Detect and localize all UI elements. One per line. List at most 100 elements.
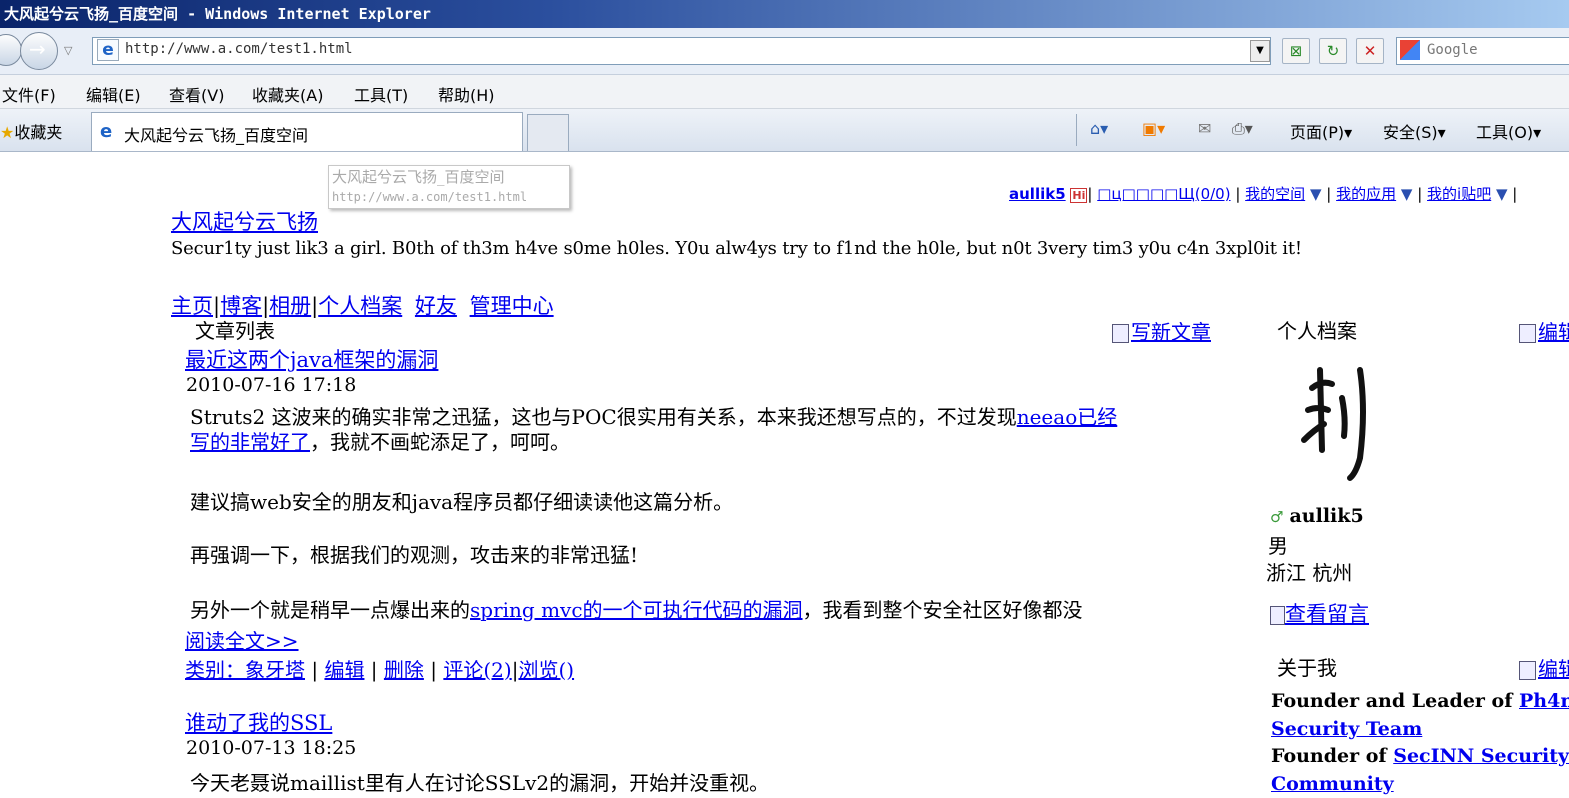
nav-friends[interactable]: 好友 xyxy=(415,294,457,318)
hi-badge-icon[interactable]: Hi xyxy=(1070,188,1088,203)
profile-header: 个人档案 xyxy=(1277,319,1357,343)
views-link[interactable]: 浏览() xyxy=(518,658,574,682)
ph4nt0m-link[interactable]: Security Team xyxy=(1271,718,1422,740)
chevron-down-icon[interactable]: ▼ xyxy=(1496,185,1508,203)
avatar[interactable] xyxy=(1290,358,1380,488)
favorites-label: 收藏夹 xyxy=(14,123,63,142)
edit-icon xyxy=(1519,661,1536,680)
post-actions: 类别：象牙塔 | 编辑 | 删除 | 评论(2)|浏览() xyxy=(185,658,575,682)
post-text: 今天老聂说maillist里有人在讨论SSLv2的漏洞，开始并没重视。 xyxy=(190,771,770,795)
messages-link[interactable]: □ц□□□□Щ(0/0) xyxy=(1097,185,1230,203)
secinn-link[interactable]: Community xyxy=(1271,773,1394,795)
about-edit[interactable]: 编辑 xyxy=(1519,653,1569,682)
delete-link[interactable]: 删除 xyxy=(384,658,424,682)
url-text[interactable]: http://www.a.com/test1.html xyxy=(125,41,353,57)
user-bar: aullik5 Hi | □ц□□□□Щ(0/0) | 我的空间 ▼ | 我的应用… xyxy=(1009,185,1518,203)
post-date: 2010-07-13 18:25 xyxy=(186,737,357,759)
profile-user: ♂ aullik5 xyxy=(1270,505,1364,527)
blog-name-link[interactable]: 大风起兮云飞扬 xyxy=(171,206,318,236)
chevron-down-icon[interactable]: ▼ xyxy=(1310,185,1322,203)
profile-username: aullik5 xyxy=(1289,505,1364,527)
window-title: 大风起兮云飞扬_百度空间 - Windows Internet Explorer xyxy=(4,5,431,23)
feeds-icon[interactable]: ▣▾ xyxy=(1142,119,1165,138)
note-icon xyxy=(1270,606,1285,625)
post-text: ，我就不画蛇添足了，呵呵。 xyxy=(310,430,570,454)
about-prefix: Founder and Leader of xyxy=(1271,690,1519,712)
tooltip-url: http://www.a.com/test1.html xyxy=(332,190,528,204)
my-space-link[interactable]: 我的空间 xyxy=(1245,185,1305,203)
post-text: 建议搞web安全的朋友和java程序员都仔细读读他这篇分析。 xyxy=(190,490,734,514)
secinn-link[interactable]: SecINN Security xyxy=(1393,745,1569,767)
print-icon[interactable]: ⎙▾ xyxy=(1232,119,1253,139)
divider xyxy=(1076,114,1077,146)
post-date: 2010-07-16 17:18 xyxy=(186,374,357,396)
read-more-link[interactable]: 阅读全文>> xyxy=(185,625,299,654)
forward-button[interactable]: → xyxy=(20,32,58,70)
neeao-link[interactable]: 写的非常好了 xyxy=(190,430,310,454)
edit-link[interactable]: 编辑 xyxy=(324,658,364,682)
nav-profile[interactable]: 个人档案 xyxy=(318,294,402,318)
link-tooltip: 大风起兮云飞扬_百度空间 http://www.a.com/test1.html xyxy=(328,165,570,209)
tooltip-title: 大风起兮云飞扬_百度空间 xyxy=(332,168,505,186)
menu-tools[interactable]: 工具(T) xyxy=(354,82,408,106)
username-link[interactable]: aullik5 xyxy=(1009,185,1066,203)
write-icon xyxy=(1112,324,1129,343)
category-link[interactable]: 类别：象牙塔 xyxy=(185,658,305,682)
google-search-icon xyxy=(1400,40,1420,60)
menu-edit[interactable]: 编辑(E) xyxy=(86,82,141,106)
profile-edit-label: 编辑 xyxy=(1538,320,1569,344)
tools-menu-label: 工具(O) xyxy=(1476,123,1534,142)
nav-album[interactable]: 相册 xyxy=(269,294,311,318)
menu-view[interactable]: 查看(V) xyxy=(169,82,224,106)
ph4nt0m-link[interactable]: Ph4nt0m xyxy=(1519,690,1569,712)
refresh-icon[interactable]: ↻ xyxy=(1319,38,1347,64)
mail-icon[interactable]: ✉ xyxy=(1198,119,1211,138)
view-messages-label: 查看留言 xyxy=(1285,602,1369,626)
page-menu-label: 页面(P) xyxy=(1290,123,1345,142)
star-icon: ★ xyxy=(0,123,15,142)
window-title-bar: 大风起兮云飞扬_百度空间 - Windows Internet Explorer xyxy=(0,0,1569,28)
about-header: 关于我 xyxy=(1277,656,1337,680)
spring-mvc-link[interactable]: spring mvc的一个可执行代码的漏洞 xyxy=(470,598,803,622)
menu-bar: 文件(F) 编辑(E) 查看(V) 收藏夹(A) 工具(T) 帮助(H) xyxy=(0,75,1569,109)
post-text: ，我看到整个安全社区好像都没 xyxy=(802,598,1083,622)
favorites-button[interactable]: ★收藏夹 xyxy=(0,119,62,143)
url-dropdown-icon[interactable]: ▼ xyxy=(1250,40,1270,62)
nav-admin[interactable]: 管理中心 xyxy=(470,294,554,318)
post-title-link[interactable]: 谁动了我的SSL xyxy=(185,707,332,737)
tools-menu[interactable]: 工具(O)▾ xyxy=(1476,119,1541,143)
about-prefix: Founder of xyxy=(1271,745,1394,767)
profile-gender: 男 xyxy=(1268,534,1288,558)
menu-help[interactable]: 帮助(H) xyxy=(438,82,495,106)
write-new-article[interactable]: 写新文章 xyxy=(1112,316,1211,345)
profile-location: 浙江 杭州 xyxy=(1266,561,1353,585)
post-title-link[interactable]: 最近这两个java框架的漏洞 xyxy=(185,344,438,374)
neeao-link[interactable]: neeao已经 xyxy=(1017,405,1118,429)
view-messages[interactable]: 查看留言 xyxy=(1270,598,1369,628)
menu-file[interactable]: 文件(F) xyxy=(2,82,56,106)
tab-title: 大风起兮云飞扬_百度空间 xyxy=(124,126,309,145)
search-placeholder: Google xyxy=(1427,42,1478,58)
edit-icon xyxy=(1519,324,1536,343)
blog-tagline: Secur1ty just lik3 a girl. B0th of th3m … xyxy=(171,238,1302,259)
chevron-down-icon[interactable]: ▼ xyxy=(1401,185,1413,203)
menu-favorites[interactable]: 收藏夹(A) xyxy=(252,82,323,106)
article-list-header: 文章列表 xyxy=(195,319,275,343)
safety-menu-label: 安全(S) xyxy=(1383,123,1438,142)
about-edit-label: 编辑 xyxy=(1538,657,1569,681)
profile-edit[interactable]: 编辑 xyxy=(1519,316,1569,345)
tab-active[interactable]: e 大风起兮云飞扬_百度空间 xyxy=(91,112,523,151)
stop-icon[interactable]: ✕ xyxy=(1356,38,1384,64)
new-tab-button[interactable] xyxy=(527,114,569,151)
my-apps-link[interactable]: 我的应用 xyxy=(1336,185,1396,203)
compatibility-icon[interactable]: ⊠ xyxy=(1282,38,1310,64)
history-dropdown-icon[interactable]: ▽ xyxy=(64,44,72,57)
post-text: 再强调一下，根据我们的观测，攻击来的非常迅猛! xyxy=(190,543,639,567)
my-tieba-link[interactable]: 我的i贴吧 xyxy=(1427,185,1491,203)
safety-menu[interactable]: 安全(S)▾ xyxy=(1383,119,1446,143)
search-field[interactable]: Google xyxy=(1396,37,1569,65)
about-text: Founder and Leader of Ph4nt0m Security T… xyxy=(1271,688,1569,798)
page-menu[interactable]: 页面(P)▾ xyxy=(1290,119,1352,143)
comments-link[interactable]: 评论(2) xyxy=(443,658,511,682)
home-icon[interactable]: ⌂▾ xyxy=(1090,119,1108,138)
